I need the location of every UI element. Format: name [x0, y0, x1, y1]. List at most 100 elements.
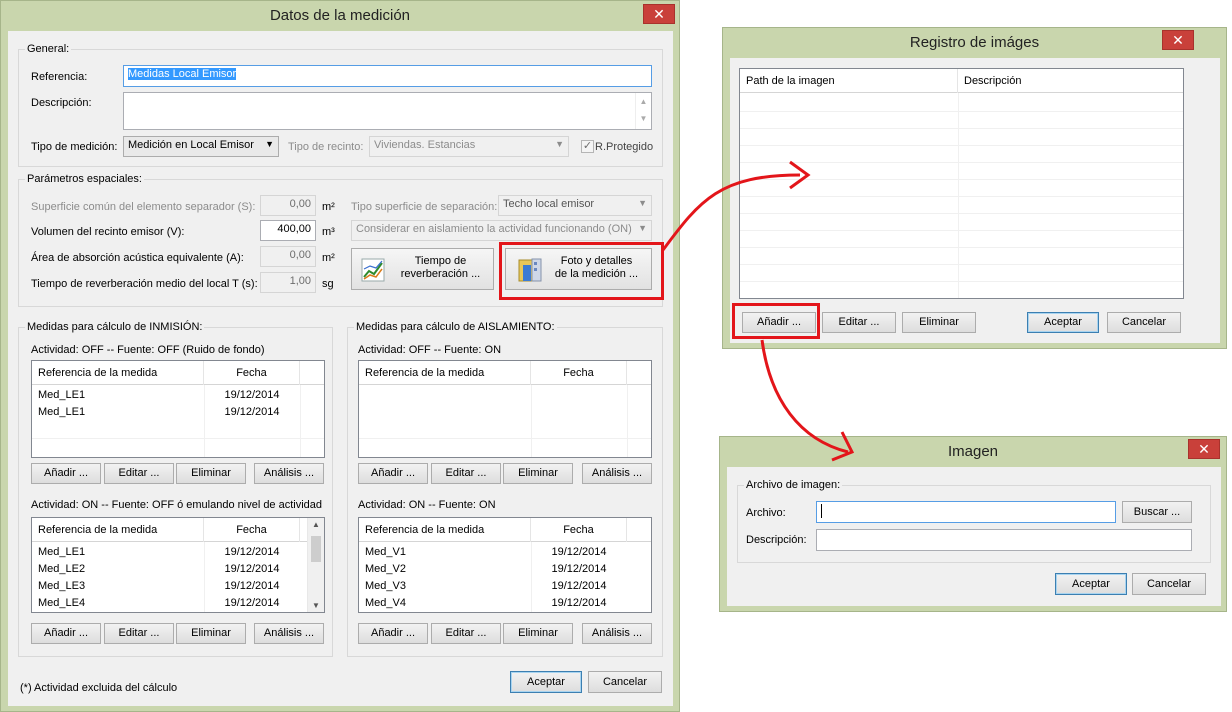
row-line — [740, 213, 1183, 214]
col-fecha[interactable]: Fecha — [531, 361, 627, 385]
col-referencia[interactable]: Referencia de la medida — [359, 518, 531, 542]
inmision-2-analisis-button[interactable]: Análisis ... — [254, 623, 324, 644]
scroll-up-icon[interactable]: ▲ — [308, 520, 324, 529]
table-row[interactable]: Med_V1 19/12/2014 — [359, 544, 651, 561]
archivo-input[interactable] — [816, 501, 1116, 523]
aislamiento-2-eliminar-button[interactable]: Eliminar — [503, 623, 573, 644]
col-referencia[interactable]: Referencia de la medida — [32, 518, 204, 542]
inmision-list-1[interactable]: Referencia de la medida Fecha Med_LE1 19… — [31, 360, 325, 458]
close-icon[interactable]: ✕ — [1188, 439, 1220, 459]
row-line — [740, 247, 1183, 248]
inmision-1-analisis-button[interactable]: Análisis ... — [254, 463, 324, 484]
table-row[interactable]: Med_LE1 19/12/2014 — [32, 544, 324, 561]
registro-aceptar-button[interactable]: Aceptar — [1027, 312, 1099, 333]
tipo-recinto-label: Tipo de recinto: — [288, 141, 364, 153]
table-row[interactable]: Med_LE1 19/12/2014 — [32, 387, 324, 404]
aislamiento-1-anadir-button[interactable]: Añadir ... — [358, 463, 428, 484]
referencia-label: Referencia: — [31, 71, 88, 83]
aislamiento-1-editar-button[interactable]: Editar ... — [431, 463, 501, 484]
aislamiento-list-2[interactable]: Referencia de la medida Fecha Med_V1 19/… — [358, 517, 652, 613]
imagen-descripcion-input[interactable] — [816, 529, 1192, 551]
imagen-window: Imagen ✕ Archivo de imagen: Archivo: Bus… — [719, 436, 1227, 612]
table-row[interactable]: Med_LE3 19/12/2014 — [32, 578, 324, 595]
inmision-1-anadir-button[interactable]: Añadir ... — [31, 463, 101, 484]
row-line — [359, 438, 651, 439]
aislamiento-1-analisis-button[interactable]: Análisis ... — [582, 463, 652, 484]
table-row[interactable]: Med_LE2 19/12/2014 — [32, 561, 324, 578]
scroll-thumb[interactable] — [311, 536, 321, 562]
chevron-down-icon: ▼ — [555, 139, 564, 149]
r-protegido-checkbox[interactable]: ✓ — [581, 140, 594, 153]
cell-ref: Med_V2 — [365, 563, 406, 575]
row-line — [740, 230, 1183, 231]
superficie-unit: m² — [322, 201, 335, 213]
aislamiento-2-anadir-button[interactable]: Añadir ... — [358, 623, 428, 644]
tipo-medicion-select[interactable]: Medición en Local Emisor ▼ — [123, 136, 279, 157]
volumen-label: Volumen del recinto emisor (V): — [31, 226, 185, 238]
aislamiento-list-1[interactable]: Referencia de la medida Fecha — [358, 360, 652, 458]
descripcion-scrollbar[interactable]: ▲ ▼ — [635, 93, 651, 129]
table-row[interactable]: Med_V4 19/12/2014 — [359, 595, 651, 612]
parametros-group-label: Parámetros espaciales: — [25, 173, 144, 185]
aislamiento-2-editar-button[interactable]: Editar ... — [431, 623, 501, 644]
considerar-select[interactable]: Considerar en aislamiento la actividad f… — [351, 220, 652, 241]
cell-ref: Med_LE4 — [38, 597, 86, 609]
registro-cancelar-button[interactable]: Cancelar — [1107, 312, 1181, 333]
scroll-down-icon[interactable]: ▼ — [308, 601, 324, 610]
registro-eliminar-button[interactable]: Eliminar — [902, 312, 976, 333]
vertical-scrollbar[interactable]: ▲ ▼ — [307, 518, 324, 612]
tipo-recinto-select[interactable]: Viviendas. Estancias ▼ — [369, 136, 569, 157]
table-row[interactable]: Med_V3 19/12/2014 — [359, 578, 651, 595]
chevron-down-icon: ▼ — [265, 139, 274, 149]
tiempo-unit: sg — [322, 278, 334, 290]
col-fecha[interactable]: Fecha — [204, 361, 300, 385]
col-fecha[interactable]: Fecha — [531, 518, 627, 542]
descripcion-textarea[interactable]: ▲ ▼ — [123, 92, 652, 130]
area-input[interactable]: 0,00 — [260, 246, 316, 267]
volumen-unit: m³ — [322, 226, 335, 238]
inmision-2-eliminar-button[interactable]: Eliminar — [176, 623, 246, 644]
aceptar-button[interactable]: Aceptar — [510, 671, 582, 693]
tipo-superficie-select[interactable]: Techo local emisor ▼ — [498, 195, 652, 216]
imagen-cancelar-button[interactable]: Cancelar — [1132, 573, 1206, 595]
tipo-recinto-value: Viviendas. Estancias — [374, 139, 476, 151]
registro-editar-button[interactable]: Editar ... — [822, 312, 896, 333]
table-row[interactable]: Med_LE4 19/12/2014 — [32, 595, 324, 612]
buscar-button[interactable]: Buscar ... — [1122, 501, 1192, 523]
inmision-2-anadir-button[interactable]: Añadir ... — [31, 623, 101, 644]
archivo-group: Archivo de imagen: — [737, 479, 1211, 563]
close-icon[interactable]: ✕ — [1162, 30, 1194, 50]
tiempo-btn-line1: Tiempo de — [414, 255, 467, 267]
cell-ref: Med_V4 — [365, 597, 406, 609]
cell-ref: Med_LE1 — [38, 389, 86, 401]
cell-ref: Med_V1 — [365, 546, 406, 558]
tiempo-input[interactable]: 1,00 — [260, 272, 316, 293]
col-referencia[interactable]: Referencia de la medida — [32, 361, 204, 385]
window-body: General: Referencia: Medidas Local Emiso… — [8, 31, 673, 706]
inmision-list-2[interactable]: Referencia de la medida Fecha Med_LE1 19… — [31, 517, 325, 613]
aislamiento-2-analisis-button[interactable]: Análisis ... — [582, 623, 652, 644]
col-path[interactable]: Path de la imagen — [740, 69, 958, 93]
list-header: Referencia de la medida Fecha — [359, 518, 651, 542]
datos-medicion-window: Datos de la medición ✕ General: Referenc… — [0, 0, 680, 712]
superficie-input[interactable]: 0,00 — [260, 195, 316, 216]
cell-fecha: 19/12/2014 — [224, 580, 280, 592]
table-row[interactable]: Med_LE1 19/12/2014 — [32, 404, 324, 421]
table-row[interactable]: Med_V2 19/12/2014 — [359, 561, 651, 578]
volumen-input[interactable]: 400,00 — [260, 220, 316, 241]
imagen-aceptar-button[interactable]: Aceptar — [1055, 573, 1127, 595]
cancelar-button[interactable]: Cancelar — [588, 671, 662, 693]
tipo-medicion-value: Medición en Local Emisor — [128, 139, 254, 151]
image-list[interactable]: Path de la imagen Descripción — [739, 68, 1184, 299]
aislamiento-1-eliminar-button[interactable]: Eliminar — [503, 463, 573, 484]
close-icon[interactable]: ✕ — [643, 4, 675, 24]
tiempo-reverberacion-button[interactable]: Tiempo de reverberación ... — [351, 248, 494, 290]
inmision-1-eliminar-button[interactable]: Eliminar — [176, 463, 246, 484]
list-header: Path de la imagen Descripción — [740, 69, 1183, 93]
inmision-1-editar-button[interactable]: Editar ... — [104, 463, 174, 484]
col-descripcion[interactable]: Descripción — [958, 69, 1183, 93]
col-fecha[interactable]: Fecha — [204, 518, 300, 542]
inmision-2-editar-button[interactable]: Editar ... — [104, 623, 174, 644]
referencia-input[interactable]: Medidas Local Emisor — [123, 65, 652, 87]
col-referencia[interactable]: Referencia de la medida — [359, 361, 531, 385]
